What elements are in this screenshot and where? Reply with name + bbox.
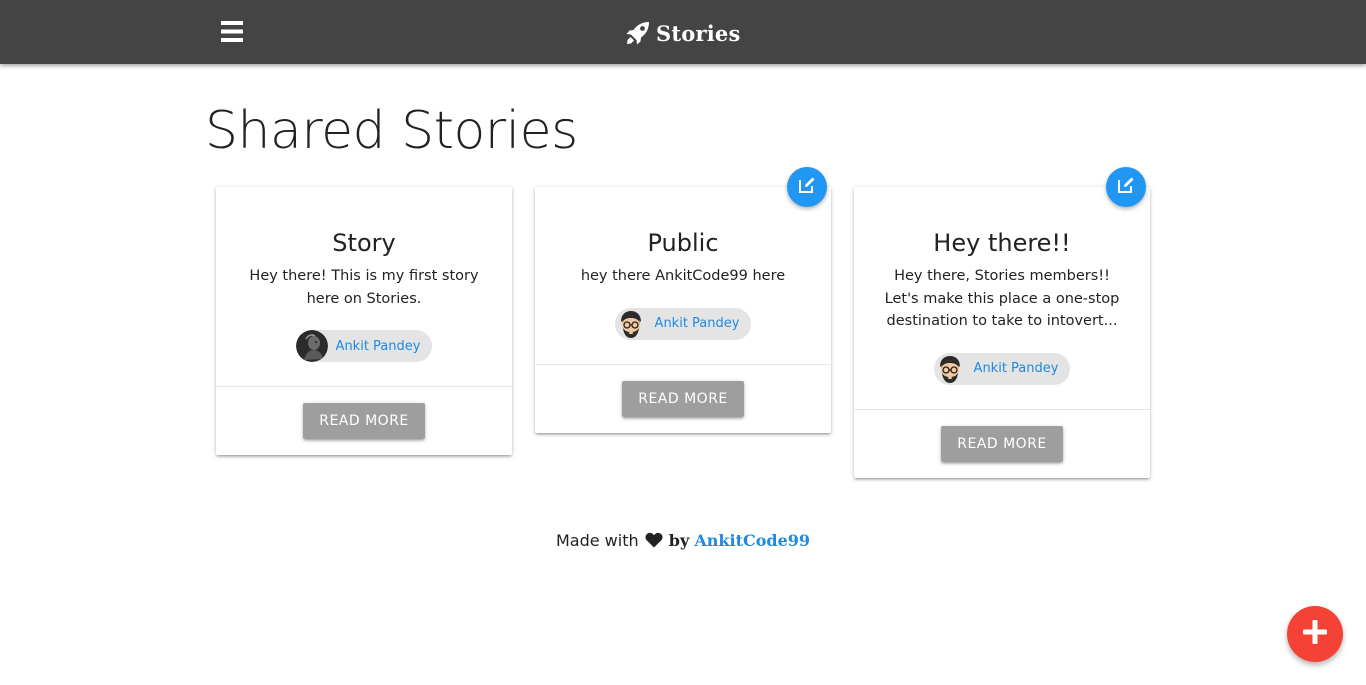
bearded-cartoon-avatar — [933, 352, 966, 385]
story-card: Public hey there AnkitCode99 here Ankit … — [535, 167, 831, 433]
brand-name: Stories — [656, 20, 741, 46]
author-name: Ankit Pandey — [654, 316, 740, 331]
author-name: Ankit Pandey — [335, 338, 421, 354]
add-story-button[interactable] — [1287, 606, 1343, 662]
story-excerpt: Hey there! This is my first story here o… — [249, 268, 479, 307]
card-action-bar: READ MORE — [535, 363, 831, 433]
author-chip[interactable]: Ankit Pandey — [933, 352, 1071, 385]
heart-icon — [645, 530, 663, 556]
story-title: Hey there!! — [933, 229, 1071, 257]
edit-icon — [1117, 176, 1135, 198]
story-card: Hey there!! Hey there, Stories members!!… — [854, 167, 1150, 478]
plus-icon — [1302, 619, 1328, 649]
page-title: Shared Stories — [205, 101, 578, 161]
edit-story-button[interactable] — [1106, 167, 1146, 207]
brand-logo-link[interactable]: Stories — [625, 18, 741, 48]
made-with-text: Made with — [555, 531, 639, 550]
top-navbar: Stories — [0, 0, 1366, 64]
author-chip[interactable]: Ankit Pandey — [614, 307, 752, 340]
hamburger-menu-icon[interactable] — [221, 21, 245, 43]
footer-credit: Made with by AnkitCode99 — [0, 528, 1366, 556]
author-name: Ankit Pandey — [973, 361, 1059, 376]
author-profile-link[interactable]: AnkitCode99 — [694, 531, 810, 550]
read-more-button[interactable]: READ MORE — [622, 380, 744, 417]
card-action-bar: READ MORE — [854, 408, 1150, 478]
by-text: by — [668, 531, 690, 550]
story-excerpt: hey there AnkitCode99 here — [580, 268, 786, 284]
card-action-bar: READ MORE — [216, 386, 512, 455]
story-title: Story — [332, 229, 396, 257]
bearded-cartoon-avatar — [614, 307, 647, 340]
author-chip[interactable]: Ankit Pandey — [295, 330, 433, 362]
story-excerpt: Hey there, Stories members!! Let's make … — [884, 268, 1120, 329]
read-more-button[interactable]: READ MORE — [941, 425, 1063, 462]
story-title: Public — [647, 229, 719, 257]
edit-icon — [798, 176, 816, 198]
rocket-icon — [625, 20, 651, 46]
read-more-button[interactable]: READ MORE — [303, 403, 425, 439]
edit-story-button[interactable] — [787, 167, 827, 207]
dark-photo-avatar — [295, 330, 328, 362]
story-card: Story Hey there! This is my first story … — [216, 187, 512, 455]
